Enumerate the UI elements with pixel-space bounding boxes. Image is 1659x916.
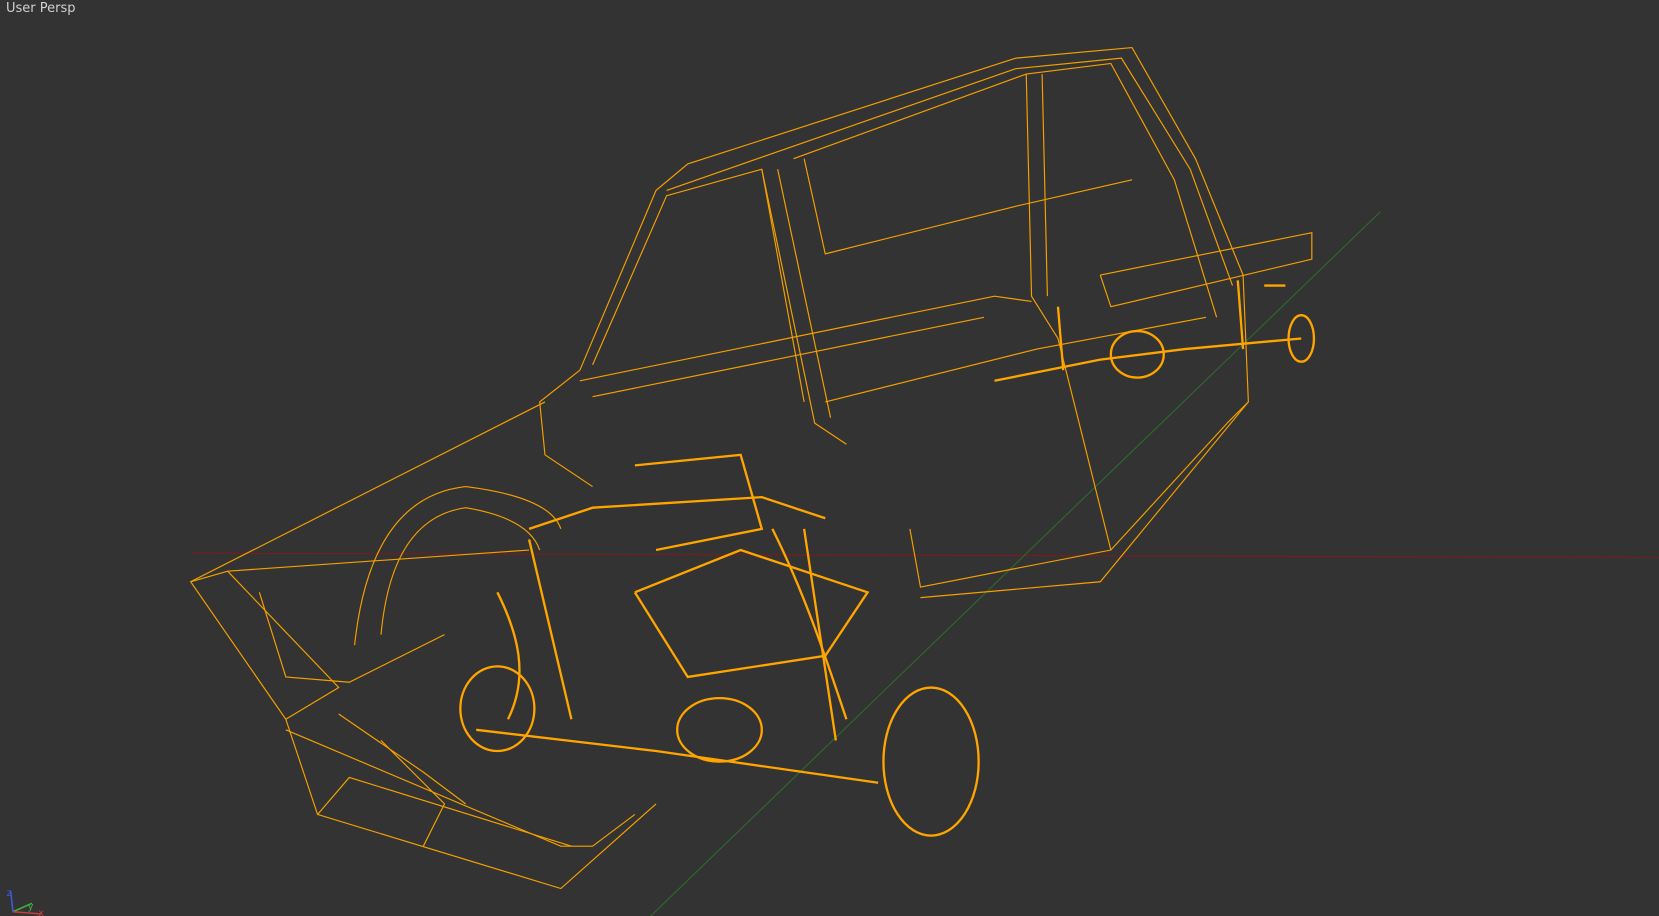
gizmo-x-label: x — [38, 908, 44, 916]
gizmo-y-label: y — [28, 902, 34, 913]
axis-gizmo: y z x — [7, 888, 45, 916]
viewport-user-perspective[interactable]: y z x User Persp — [0, 0, 1659, 916]
world-x-axis — [190, 552, 1659, 558]
truck-bed-wireframe — [189, 401, 657, 890]
wireframe-scene: y z x — [7, 46, 1659, 916]
truck-cab-wireframe — [539, 46, 1313, 599]
world-y-axis — [650, 211, 1381, 916]
viewport-label[interactable]: User Persp — [6, 1, 76, 16]
gizmo-z-label: z — [7, 888, 12, 899]
front-suspension-wireframe — [459, 453, 980, 837]
rear-axle-wireframe — [994, 280, 1316, 382]
